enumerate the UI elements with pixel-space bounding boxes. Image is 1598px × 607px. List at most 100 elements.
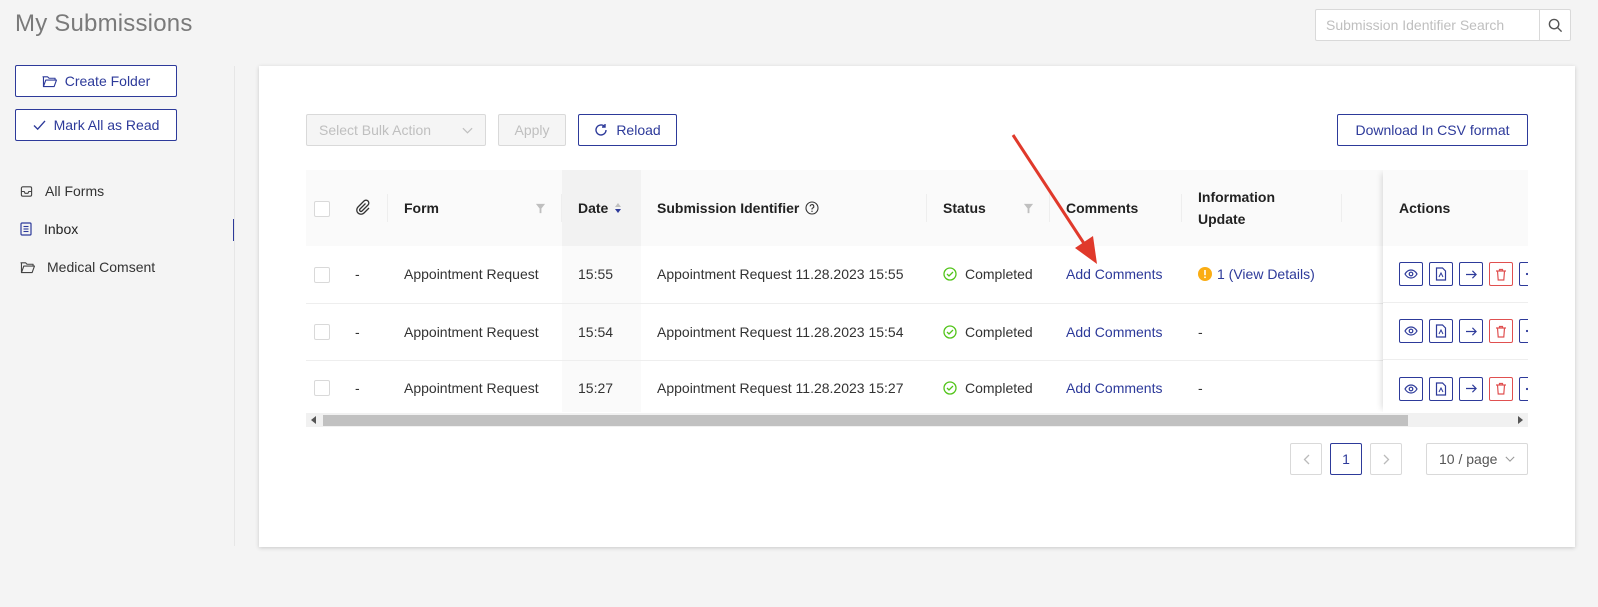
search-input[interactable] (1316, 10, 1539, 40)
scroll-right-arrow[interactable] (1515, 415, 1525, 425)
row-checkbox[interactable] (314, 266, 330, 283)
add-comments-link[interactable]: Add Comments (1066, 324, 1162, 340)
chevron-down-icon (462, 127, 473, 134)
apply-button[interactable]: Apply (498, 114, 566, 146)
forward-button[interactable] (1459, 319, 1483, 343)
column-header-actions: Actions (1383, 170, 1528, 246)
add-comments-link[interactable]: Add Comments (1066, 266, 1162, 282)
chevron-down-icon (1505, 456, 1515, 462)
status-text: Completed (965, 379, 1033, 396)
inbox-icon (20, 222, 32, 236)
bulk-action-select[interactable]: Select Bulk Action (306, 114, 486, 146)
row-checkbox[interactable] (314, 380, 330, 397)
delete-button[interactable] (1489, 376, 1513, 401)
view-button[interactable] (1399, 319, 1423, 343)
sidebar-item-label: Inbox (44, 221, 79, 237)
form-cell: Appointment Request (404, 323, 539, 340)
form-header-label: Form (404, 200, 439, 216)
status-header-label: Status (943, 200, 986, 216)
horizontal-scrollbar[interactable] (306, 413, 1528, 427)
folder-icon (20, 261, 35, 273)
column-header-info-update: Information Update (1182, 170, 1342, 246)
page-title: My Submissions (15, 10, 193, 37)
reload-label: Reload (616, 122, 661, 138)
more-icon (1525, 272, 1528, 276)
pdf-button[interactable] (1429, 262, 1453, 286)
sidebar-item-medical-consent[interactable]: Medical Comsent (0, 248, 235, 286)
page-size-select[interactable]: 10 / page (1426, 443, 1528, 475)
actions-row (1383, 246, 1528, 303)
status-text: Completed (965, 266, 1033, 283)
toolbar: Select Bulk Action Apply Reload (306, 114, 677, 146)
more-button[interactable] (1519, 262, 1528, 286)
check-circle-icon (943, 267, 957, 281)
page-size-label: 10 / page (1439, 451, 1498, 467)
sort-icon (615, 203, 622, 213)
arrow-right-icon (1465, 384, 1477, 393)
search-button[interactable] (1539, 10, 1570, 40)
column-header-comments: Comments (1050, 170, 1182, 246)
filter-icon[interactable] (1023, 203, 1034, 214)
more-icon (1525, 329, 1528, 333)
eye-icon (1404, 383, 1418, 394)
column-header-identifier: Submission Identifier (641, 170, 927, 246)
mark-all-read-button[interactable]: Mark All as Read (15, 109, 177, 141)
form-cell: Appointment Request (404, 379, 539, 396)
column-header-form[interactable]: Form (388, 170, 562, 246)
pdf-button[interactable] (1429, 319, 1453, 343)
check-icon (33, 119, 46, 130)
submissions-table: Form Date Submission Identifier Status C… (306, 170, 1528, 412)
sidebar-item-label: Medical Comsent (47, 259, 156, 275)
more-button[interactable] (1519, 376, 1528, 401)
help-icon[interactable] (805, 201, 819, 215)
view-details-link[interactable]: 1 (View Details) (1217, 266, 1315, 282)
download-csv-button[interactable]: Download In CSV format (1337, 114, 1528, 146)
chevron-left-icon (1303, 454, 1309, 464)
all-forms-icon (20, 185, 33, 197)
table-row: - Appointment Request 15:54 Appointment … (306, 303, 1528, 360)
view-button[interactable] (1399, 376, 1423, 401)
delete-button[interactable] (1489, 319, 1513, 343)
forward-button[interactable] (1459, 262, 1483, 286)
create-folder-button[interactable]: Create Folder (15, 65, 177, 97)
scroll-left-arrow[interactable] (309, 415, 319, 425)
prev-page-button[interactable] (1290, 443, 1322, 475)
status-text: Completed (965, 323, 1033, 340)
filter-icon[interactable] (535, 203, 546, 214)
identifier-header-label: Submission Identifier (657, 200, 800, 216)
date-header-label: Date (578, 200, 609, 216)
pdf-icon (1435, 267, 1447, 281)
view-button[interactable] (1399, 262, 1423, 286)
check-circle-icon (943, 380, 957, 395)
sidebar-item-inbox[interactable]: Inbox (0, 210, 235, 248)
row-checkbox[interactable] (314, 324, 330, 341)
column-header-date[interactable]: Date (562, 170, 641, 246)
reload-button[interactable]: Reload (578, 114, 677, 146)
reload-icon (595, 124, 608, 136)
trash-icon (1496, 268, 1506, 281)
add-comments-link[interactable]: Add Comments (1066, 380, 1162, 396)
sidebar-item-all-forms[interactable]: All Forms (0, 172, 235, 210)
trash-icon (1496, 382, 1506, 395)
scrollbar-thumb[interactable] (323, 415, 1408, 426)
date-cell: 15:55 (562, 246, 641, 303)
delete-button[interactable] (1489, 262, 1513, 286)
folder-open-icon (42, 75, 57, 87)
next-page-button[interactable] (1370, 443, 1402, 475)
page-1-button[interactable]: 1 (1330, 443, 1362, 475)
identifier-cell: Appointment Request 11.28.2023 15:55 (657, 266, 904, 283)
pdf-icon (1435, 381, 1447, 396)
column-header-status[interactable]: Status (927, 170, 1050, 246)
forward-button[interactable] (1459, 376, 1483, 401)
info-update-header-label: Information Update (1198, 189, 1275, 227)
pdf-button[interactable] (1429, 376, 1453, 401)
trash-icon (1496, 325, 1506, 338)
date-cell: 15:27 (562, 360, 641, 412)
more-button[interactable] (1519, 319, 1528, 343)
attachment-cell: - (355, 379, 360, 396)
select-all-checkbox[interactable] (314, 200, 330, 217)
sidebar-item-label: All Forms (45, 183, 105, 199)
arrow-right-icon (1465, 269, 1477, 279)
create-folder-label: Create Folder (64, 73, 151, 89)
actions-row (1383, 360, 1528, 412)
